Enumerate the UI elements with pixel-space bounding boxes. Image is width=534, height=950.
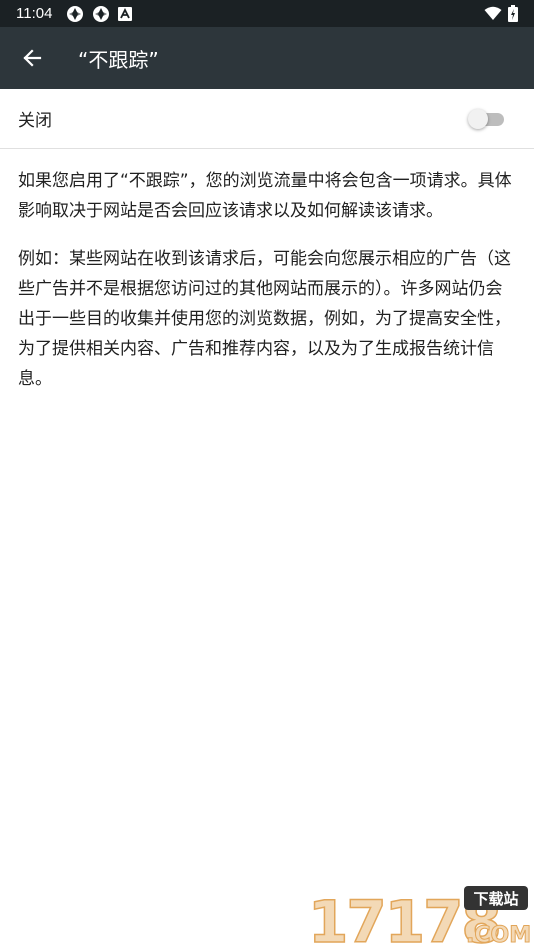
app-notification-icon [118,6,133,21]
system-status-icons [484,5,518,22]
watermark-logo: 17178 下载站 .COM [304,880,534,950]
battery-icon [508,5,518,22]
notification-icons [66,5,133,23]
wifi-icon [484,6,502,20]
status-time: 11:04 [16,5,53,22]
status-bar: 11:04 [0,0,534,27]
app-toolbar: “不跟踪” [0,27,534,89]
setting-label: 关闭 [18,111,52,131]
watermark-domain: .COM [466,923,531,948]
watermark-tag: 下载站 [473,890,518,908]
arrow-back-icon [23,49,42,67]
sync-notification-icon [67,5,84,22]
do-not-track-setting-row[interactable]: 关闭 [0,89,534,149]
description-content: 如果您启用了“不跟踪”，您的浏览流量中将会包含一项请求。具体影响取决于网站是否会… [18,166,518,412]
page-title: “不跟踪” [78,47,159,72]
sync-notification-icon-2 [93,5,110,22]
description-paragraph: 例如：某些网站在收到该请求后，可能会向您展示相应的广告（这些广告并不是根据您访问… [18,249,511,389]
do-not-track-toggle[interactable] [468,108,504,129]
back-button[interactable] [0,27,64,89]
toggle-thumb [468,108,488,129]
description-paragraph: 如果您启用了“不跟踪”，您的浏览流量中将会包含一项请求。具体影响取决于网站是否会… [18,171,512,221]
